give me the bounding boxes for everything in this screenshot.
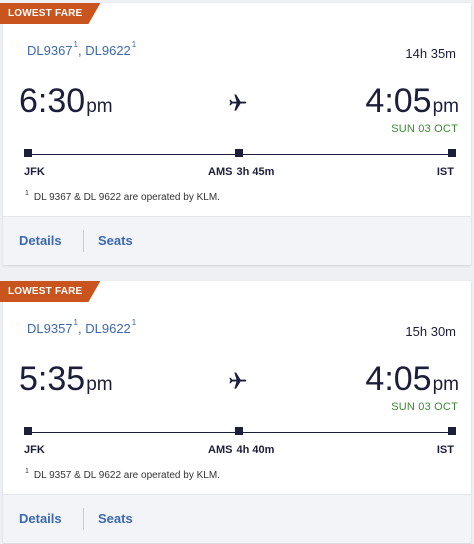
seats-button[interactable]: Seats <box>98 217 133 265</box>
departure-clock: 6:30 <box>19 82 86 120</box>
arrival-clock: 4:05 <box>365 82 432 120</box>
footnote-marker: 1 <box>131 318 137 327</box>
origin-airport: JFK <box>24 444 45 456</box>
layover-info: AMS 4h 40m <box>208 444 274 456</box>
trip-duration: 15h 30m <box>405 324 456 339</box>
layover-marker <box>235 427 243 435</box>
lowest-fare-badge: LOWEST FARE <box>0 3 100 24</box>
operator-note-text: DL 9357 & DL 9622 are operated by KLM. <box>33 470 220 481</box>
flight-number-link[interactable]: DL9622 <box>85 43 131 58</box>
departure-time: 6:30pm <box>19 81 113 127</box>
arrival-time: 4:05pm <box>365 81 459 127</box>
departure-ampm: pm <box>86 374 113 395</box>
trip-duration: 14h 35m <box>405 46 456 61</box>
details-button[interactable]: Details <box>19 495 62 543</box>
flight-numbers: DL93571, DL96221 <box>27 318 137 336</box>
flight-number-link[interactable]: DL9357 <box>27 321 73 336</box>
footer-divider <box>83 230 84 252</box>
destination-marker <box>448 427 456 435</box>
footnote-marker: 1 <box>25 468 29 475</box>
airplane-icon <box>229 94 247 111</box>
flight-result-card: LOWEST FARE DL93671, DL96221 14h 35m 6:3… <box>3 3 471 265</box>
departure-clock: 5:35 <box>19 360 86 398</box>
flight-number-link[interactable]: DL9622 <box>85 321 131 336</box>
arrival-clock: 4:05 <box>365 360 432 398</box>
operator-note: 1 DL 9357 & DL 9622 are operated by KLM. <box>25 468 220 481</box>
footnote-marker: 1 <box>25 190 29 197</box>
operator-note: 1 DL 9367 & DL 9622 are operated by KLM. <box>25 190 220 203</box>
flight-separator: , <box>78 321 82 336</box>
layover-airport: AMS <box>208 444 233 456</box>
card-footer: Details Seats <box>3 494 471 543</box>
footer-divider <box>83 508 84 530</box>
footnote-marker: 1 <box>73 40 78 49</box>
arrival-date: SUN 03 OCT <box>391 401 458 413</box>
lowest-fare-badge: LOWEST FARE <box>0 281 100 302</box>
origin-marker <box>24 149 32 157</box>
arrival-time: 4:05pm <box>365 359 459 405</box>
departure-time: 5:35pm <box>19 359 113 405</box>
flight-number-link[interactable]: DL9367 <box>27 43 73 58</box>
destination-airport: IST <box>436 444 454 456</box>
seats-button[interactable]: Seats <box>98 495 133 543</box>
flight-result-card: LOWEST FARE DL93571, DL96221 15h 30m 5:3… <box>3 281 471 543</box>
departure-ampm: pm <box>86 96 113 117</box>
layover-duration: 4h 40m <box>236 444 275 456</box>
arrival-ampm: pm <box>432 96 459 117</box>
airplane-icon <box>229 372 247 389</box>
arrival-ampm: pm <box>432 374 459 395</box>
layover-info: AMS 3h 45m <box>208 166 274 178</box>
destination-marker <box>448 149 456 157</box>
flight-separator: , <box>78 43 82 58</box>
footnote-marker: 1 <box>131 40 137 49</box>
arrival-date: SUN 03 OCT <box>391 123 458 135</box>
card-footer: Details Seats <box>3 216 471 265</box>
layover-marker <box>235 149 243 157</box>
details-button[interactable]: Details <box>19 217 62 265</box>
destination-airport: IST <box>436 166 454 178</box>
layover-duration: 3h 45m <box>236 166 275 178</box>
operator-note-text: DL 9367 & DL 9622 are operated by KLM. <box>33 192 220 203</box>
layover-airport: AMS <box>208 166 233 178</box>
flight-numbers: DL93671, DL96221 <box>27 40 137 58</box>
footnote-marker: 1 <box>73 318 78 327</box>
origin-marker <box>24 427 32 435</box>
origin-airport: JFK <box>24 166 45 178</box>
